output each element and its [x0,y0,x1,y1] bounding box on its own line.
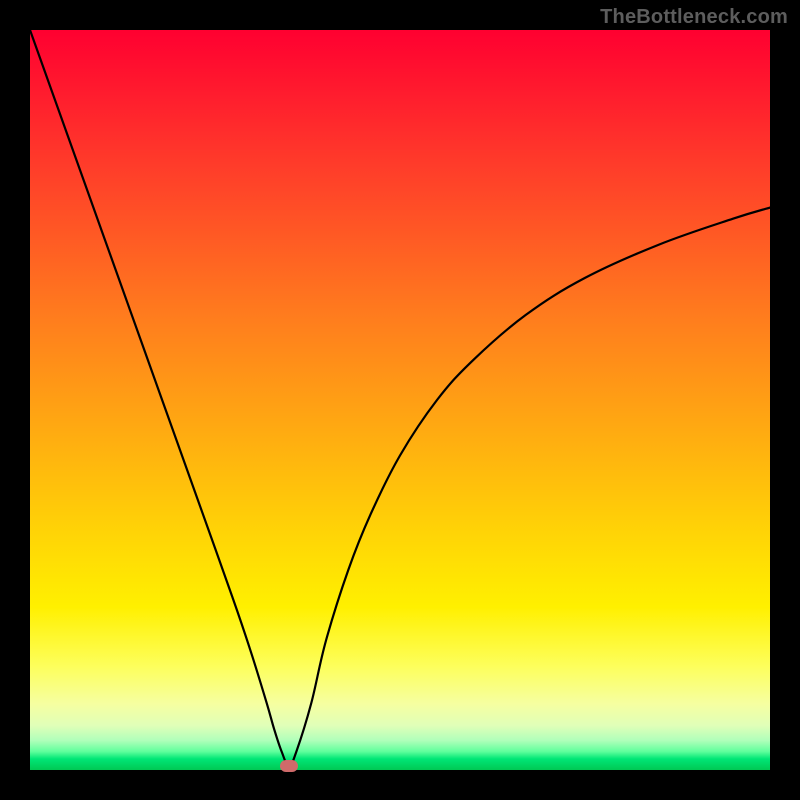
watermark-text: TheBottleneck.com [600,6,788,29]
minimum-marker [280,760,298,772]
plot-area [30,30,770,770]
curve-svg [30,30,770,770]
chart-frame: TheBottleneck.com [0,0,800,800]
bottleneck-curve [30,30,770,766]
